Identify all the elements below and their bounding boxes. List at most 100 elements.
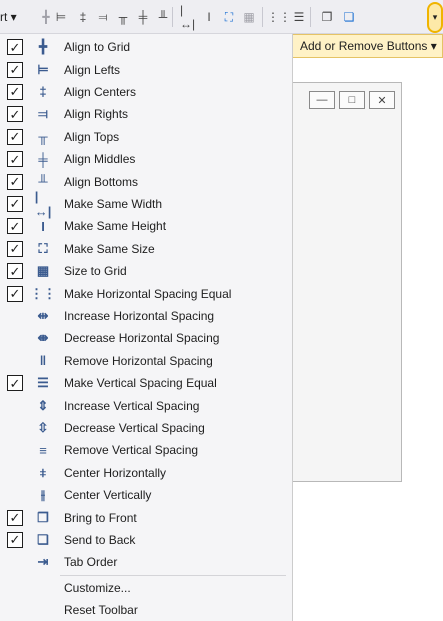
menu-item-label: Align Bottoms (64, 174, 139, 189)
menu-item-align-tops[interactable]: ✓ ╥ Align Tops (0, 126, 292, 148)
checkbox-checked-icon: ✓ (7, 218, 23, 235)
align-middles-icon: ╪ (38, 151, 48, 167)
align-rights-icon[interactable]: ⫤ (94, 6, 112, 28)
checkbox-checked-icon: ✓ (7, 128, 23, 145)
maximize-button[interactable]: □ (339, 91, 365, 109)
increase-horizontal-spacing-icon: ⇹ (37, 307, 49, 323)
checkbox-checked-icon: ✓ (7, 240, 23, 257)
checkbox-checked-icon: ✓ (7, 39, 23, 56)
menu-item-make-same-width[interactable]: ✓ |↔| Make Same Width (0, 188, 292, 219)
make-same-height-icon: I (41, 218, 45, 234)
menu-item-make-same-size[interactable]: ✓ ⛶ Make Same Size (0, 238, 292, 260)
align-middles-icon[interactable]: ╪ (134, 6, 152, 28)
increase-vertical-spacing-icon: ⇕ (37, 397, 49, 413)
form-designer-window[interactable]: — □ ✕ (290, 82, 402, 482)
add-or-remove-buttons-menu-item[interactable]: Add or Remove Buttons ▾ (292, 34, 443, 58)
align-centers-icon: ‡ (39, 84, 47, 100)
menu-item-label: Align to Grid (64, 40, 131, 55)
make-same-height-icon[interactable]: I (200, 6, 218, 28)
menu-item-align-lefts[interactable]: ✓ ⊨ Align Lefts (0, 58, 292, 80)
horizontal-spacing-equal-icon[interactable]: ⋮⋮ (267, 6, 291, 28)
menu-item-label: Size to Grid (64, 264, 127, 279)
toolbar-separator (172, 7, 173, 27)
menu-item-increase-vertical-spacing[interactable]: ⇕ Increase Vertical Spacing (0, 394, 292, 416)
menu-item-align-to-grid[interactable]: ✓ ╋ Align to Grid (0, 36, 292, 58)
menu-item-tab-order[interactable]: ⇥ Tab Order (0, 551, 292, 573)
toolbar-partial-text[interactable]: rt ▾ (0, 10, 17, 24)
size-to-grid-icon[interactable]: ▦ (240, 6, 258, 28)
checkbox-checked-icon: ✓ (7, 106, 23, 123)
menu-item-decrease-vertical-spacing[interactable]: ⇳ Decrease Vertical Spacing (0, 417, 292, 439)
size-to-grid-icon: ▦ (36, 263, 50, 279)
menu-item-increase-horizontal-spacing[interactable]: ⇹ Increase Horizontal Spacing (0, 305, 292, 327)
menu-item-make-same-height[interactable]: ✓ I Make Same Height (0, 215, 292, 237)
align-bottoms-icon: ╨ (38, 174, 48, 190)
close-icon: ✕ (377, 94, 387, 107)
center-vertically-icon: ⫲ (40, 487, 46, 503)
checkbox-checked-icon: ✓ (7, 173, 23, 190)
menu-item-label: Decrease Vertical Spacing (64, 420, 205, 435)
make-same-width-icon[interactable]: |↔| (180, 3, 198, 31)
checkbox-checked-icon: ✓ (7, 195, 23, 212)
checkbox-checked-icon: ✓ (7, 151, 23, 168)
menu-item-label: Make Same Width (64, 196, 163, 211)
menu-item-label: Remove Horizontal Spacing (64, 353, 213, 368)
menu-item-label: Reset Toolbar (64, 603, 138, 618)
menu-item-make-vertical-spacing-equal[interactable]: ✓ ☰ Make Vertical Spacing Equal (0, 372, 292, 394)
align-centers-icon[interactable]: ‡ (74, 6, 92, 28)
menu-item-label: Align Rights (64, 107, 129, 122)
add-or-remove-buttons-label: Add or Remove Buttons ▾ (300, 39, 437, 53)
menu-item-customize[interactable]: Customize... (0, 577, 292, 599)
send-to-back-icon: ❏ (37, 531, 49, 547)
menu-item-size-to-grid[interactable]: ✓ ▦ Size to Grid (0, 260, 292, 282)
menu-item-label: Send to Back (64, 532, 136, 547)
menu-item-label: Tab Order (64, 555, 118, 570)
menu-item-remove-vertical-spacing[interactable]: ≡ Remove Vertical Spacing (0, 439, 292, 461)
checkbox-checked-icon: ✓ (7, 285, 23, 302)
menu-item-label: Make Horizontal Spacing Equal (64, 286, 232, 301)
minimize-button[interactable]: — (309, 91, 335, 109)
menu-item-label: Align Middles (64, 152, 136, 167)
checkbox-checked-icon: ✓ (7, 61, 23, 78)
remove-horizontal-spacing-icon: ‖ (39, 353, 47, 369)
layout-toolbar: rt ▾ ╋ ⊨ ‡ ⫤ ╥ ╪ ╨ |↔| I ⛶ ▦ ⋮⋮ ☰ ❐ ❏ ▾ (0, 0, 443, 34)
menu-item-label: Center Vertically (64, 488, 152, 503)
checkbox-checked-icon: ✓ (7, 509, 23, 526)
bring-to-front-icon[interactable]: ❐ (318, 6, 336, 28)
send-to-back-icon[interactable]: ❏ (340, 6, 358, 28)
menu-item-label: Increase Horizontal Spacing (64, 308, 215, 323)
menu-item-center-vertically[interactable]: ⫲ Center Vertically (0, 484, 292, 506)
menu-item-make-horizontal-spacing-equal[interactable]: ✓ ⋮⋮ Make Horizontal Spacing Equal (0, 282, 292, 304)
close-button[interactable]: ✕ (369, 91, 395, 109)
menu-item-label: Align Centers (64, 84, 137, 99)
align-lefts-icon[interactable]: ⊨ (52, 6, 70, 28)
menu-item-label: Make Same Size (64, 241, 155, 256)
menu-item-label: Bring to Front (64, 510, 137, 525)
menu-item-decrease-horizontal-spacing[interactable]: ⇼ Decrease Horizontal Spacing (0, 327, 292, 349)
make-same-size-icon[interactable]: ⛶ (220, 6, 238, 28)
menu-item-send-to-back[interactable]: ✓ ❏ Send to Back (0, 529, 292, 551)
menu-item-label: Increase Vertical Spacing (64, 398, 200, 413)
menu-item-align-rights[interactable]: ✓ ⫤ Align Rights (0, 103, 292, 125)
toolbar-separator (262, 7, 263, 27)
make-same-width-icon: |↔| (34, 188, 52, 219)
remove-vertical-spacing-icon: ≡ (39, 442, 47, 458)
menu-item-remove-horizontal-spacing[interactable]: ‖ Remove Horizontal Spacing (0, 350, 292, 372)
menu-item-align-centers[interactable]: ✓ ‡ Align Centers (0, 81, 292, 103)
menu-separator (60, 574, 286, 576)
align-rights-icon: ⫤ (38, 106, 48, 122)
menu-item-reset-toolbar[interactable]: Reset Toolbar (0, 599, 292, 621)
align-tops-icon: ╥ (38, 129, 48, 145)
menu-item-label: Make Same Height (64, 219, 167, 234)
menu-item-label: Remove Vertical Spacing (64, 443, 199, 458)
bring-to-front-icon: ❐ (37, 509, 49, 525)
toolbar-overflow-button[interactable]: ▾ (427, 2, 443, 33)
align-tops-icon[interactable]: ╥ (114, 6, 132, 28)
menu-item-center-horizontally[interactable]: ⧧ Center Horizontally (0, 462, 292, 484)
align-lefts-icon: ⊨ (37, 61, 49, 77)
menu-item-label: Decrease Horizontal Spacing (64, 331, 220, 346)
menu-item-bring-to-front[interactable]: ✓ ❐ Bring to Front (0, 506, 292, 528)
align-bottoms-icon[interactable]: ╨ (154, 6, 172, 28)
vertical-spacing-equal-icon[interactable]: ☰ (290, 6, 308, 28)
menu-item-align-middles[interactable]: ✓ ╪ Align Middles (0, 148, 292, 170)
